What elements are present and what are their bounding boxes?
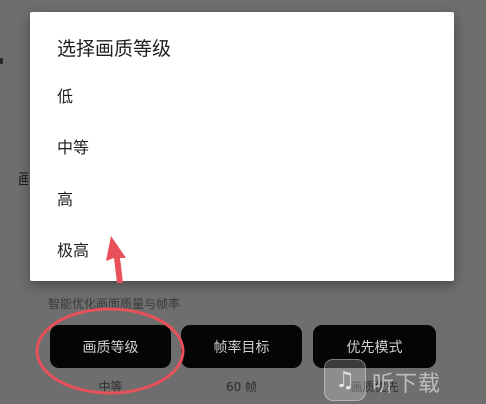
quality-option-high[interactable]: 高 (30, 173, 454, 223)
watermark: ♫ 听下载 (322, 357, 486, 404)
frame-rate-target-button-label: 帧率目标 (213, 339, 270, 356)
quality-level-value: 中等 (98, 380, 123, 394)
quality-option-ultra[interactable]: 极高 (30, 224, 454, 274)
dialog-title: 选择画质等级 (57, 38, 172, 60)
background-edge-mark (0, 58, 3, 64)
watermark-text: 听下载 (372, 372, 442, 397)
quality-option-label: 高 (57, 190, 74, 209)
quality-option-label: 中等 (57, 138, 90, 157)
priority-mode-button-label: 优先模式 (346, 339, 403, 356)
quality-level-button[interactable]: 画质等级 (50, 325, 171, 368)
frame-rate-target-button[interactable]: 帧率目标 (181, 325, 302, 368)
background-subtitle: 智能优化画面质量与帧率 (48, 297, 181, 311)
quality-select-dialog: 选择画质等级 低 中等 高 极高 (30, 12, 454, 281)
frame-rate-target-value: 60 帧 (225, 380, 258, 394)
quality-level-button-label: 画质等级 (82, 339, 139, 356)
quality-option-medium[interactable]: 中等 (30, 121, 454, 171)
quality-option-label: 低 (57, 87, 74, 106)
quality-option-label: 极高 (57, 241, 90, 260)
watermark-logo-icon: ♫ (324, 359, 366, 401)
quality-option-low[interactable]: 低 (30, 70, 454, 120)
background-side-label: 画 (18, 170, 28, 188)
